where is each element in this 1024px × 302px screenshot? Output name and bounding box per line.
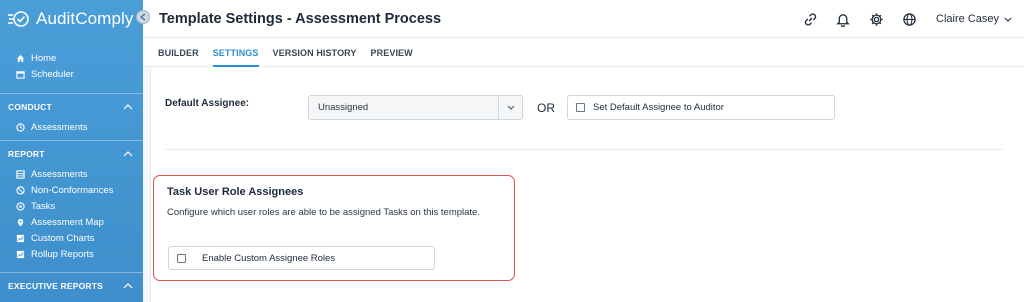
- divider: [0, 272, 143, 273]
- sidebar-item-label: Custom Charts: [31, 232, 95, 244]
- task-roles-description: Configure which user roles are able to b…: [167, 207, 480, 218]
- sidebar-item-assessment-map[interactable]: Assessment Map: [0, 214, 143, 230]
- collapse-sidebar-button[interactable]: [136, 10, 150, 24]
- chevron-up-icon: [123, 102, 133, 112]
- chart-icon: [16, 250, 25, 259]
- chevron-down-icon: [1004, 13, 1012, 25]
- set-default-assignee-auditor[interactable]: Set Default Assignee to Auditor: [567, 95, 835, 120]
- sidebar-item-label: Scheduler: [31, 68, 74, 80]
- bell-icon[interactable]: [835, 11, 851, 27]
- section-conduct[interactable]: CONDUCT: [0, 98, 143, 116]
- default-assignee-value: Unassigned: [318, 102, 369, 113]
- enable-custom-assignee-roles-label: Enable Custom Assignee Roles: [202, 252, 336, 264]
- sidebar-item-report-assessments[interactable]: Assessments: [0, 166, 143, 182]
- user-name: Claire Casey: [936, 13, 999, 25]
- tab-bar: BUILDER SETTINGS VERSION HISTORY PREVIEW: [143, 38, 1024, 67]
- tasks-icon: [16, 201, 25, 211]
- sidebar-item-label: Assessments: [31, 121, 88, 133]
- divider: [165, 149, 1003, 150]
- section-title: REPORT: [8, 149, 45, 159]
- sidebar-item-home[interactable]: Home: [0, 50, 143, 66]
- sidebar-item-scheduler[interactable]: Scheduler: [0, 66, 143, 82]
- auditcomply-logo-icon: [8, 10, 30, 28]
- section-executive-reports[interactable]: EXECUTIVE REPORTS: [0, 277, 143, 295]
- globe-icon[interactable]: [901, 11, 917, 27]
- sidebar-item-non-conformances[interactable]: Non-Conformances: [0, 182, 143, 198]
- sidebar: AuditComply Home Scheduler CONDUCT Asses…: [0, 0, 143, 302]
- enable-custom-assignee-roles[interactable]: Enable Custom Assignee Roles: [168, 246, 435, 270]
- or-separator: OR: [537, 101, 555, 115]
- chevron-left-icon: [139, 8, 146, 26]
- task-roles-title: Task User Role Assignees: [167, 186, 304, 198]
- page-title: Template Settings - Assessment Process: [159, 10, 442, 27]
- user-menu[interactable]: Claire Casey: [936, 13, 1012, 25]
- chevron-down-icon: [498, 96, 522, 119]
- sidebar-item-rollup-reports[interactable]: Rollup Reports: [0, 246, 143, 262]
- settings-panel: Default Assignee: Unassigned OR Set Defa…: [150, 67, 1024, 302]
- tab-version-history[interactable]: VERSION HISTORY: [266, 48, 364, 66]
- tab-preview[interactable]: PREVIEW: [364, 48, 420, 66]
- header-actions: Claire Casey: [802, 0, 1024, 38]
- set-default-assignee-label: Set Default Assignee to Auditor: [593, 102, 724, 113]
- home-icon: [16, 54, 25, 63]
- app-name: AuditComply: [36, 9, 134, 28]
- gear-icon[interactable]: [868, 11, 884, 27]
- sidebar-item-label: Rollup Reports: [31, 248, 94, 260]
- chevron-up-icon: [123, 281, 133, 291]
- map-pin-icon: [16, 218, 25, 227]
- sidebar-item-label: Non-Conformances: [31, 184, 114, 196]
- header: Template Settings - Assessment Process C…: [143, 0, 1024, 38]
- divider: [0, 93, 143, 94]
- section-title: CONDUCT: [8, 102, 52, 112]
- tab-settings[interactable]: SETTINGS: [206, 48, 266, 67]
- sidebar-item-tasks[interactable]: Tasks: [0, 198, 143, 214]
- table-icon: [16, 169, 25, 179]
- default-assignee-label: Default Assignee:: [165, 98, 250, 109]
- sidebar-item-label: Assessment Map: [31, 216, 104, 228]
- calendar-icon: [16, 70, 25, 79]
- enable-custom-assignee-roles-checkbox[interactable]: [177, 253, 186, 263]
- tab-builder[interactable]: BUILDER: [151, 48, 206, 66]
- section-title: EXECUTIVE REPORTS: [8, 281, 104, 291]
- sidebar-item-label: Home: [31, 52, 57, 64]
- sidebar-item-label: Assessments: [31, 168, 88, 180]
- clock-icon: [16, 122, 25, 132]
- set-default-assignee-checkbox[interactable]: [576, 103, 585, 112]
- divider: [0, 140, 143, 141]
- chart-icon: [16, 234, 25, 243]
- default-assignee-select[interactable]: Unassigned: [308, 95, 523, 120]
- section-report[interactable]: REPORT: [0, 145, 143, 163]
- sidebar-item-conduct-assessments[interactable]: Assessments: [0, 119, 143, 135]
- logo[interactable]: AuditComply: [0, 0, 143, 38]
- sidebar-item-custom-charts[interactable]: Custom Charts: [0, 230, 143, 246]
- chevron-up-icon: [123, 149, 133, 159]
- warning-icon: [16, 185, 25, 195]
- sidebar-item-label: Tasks: [31, 200, 56, 212]
- link-icon[interactable]: [802, 11, 818, 27]
- task-user-role-assignees-card: Task User Role Assignees Configure which…: [153, 175, 515, 281]
